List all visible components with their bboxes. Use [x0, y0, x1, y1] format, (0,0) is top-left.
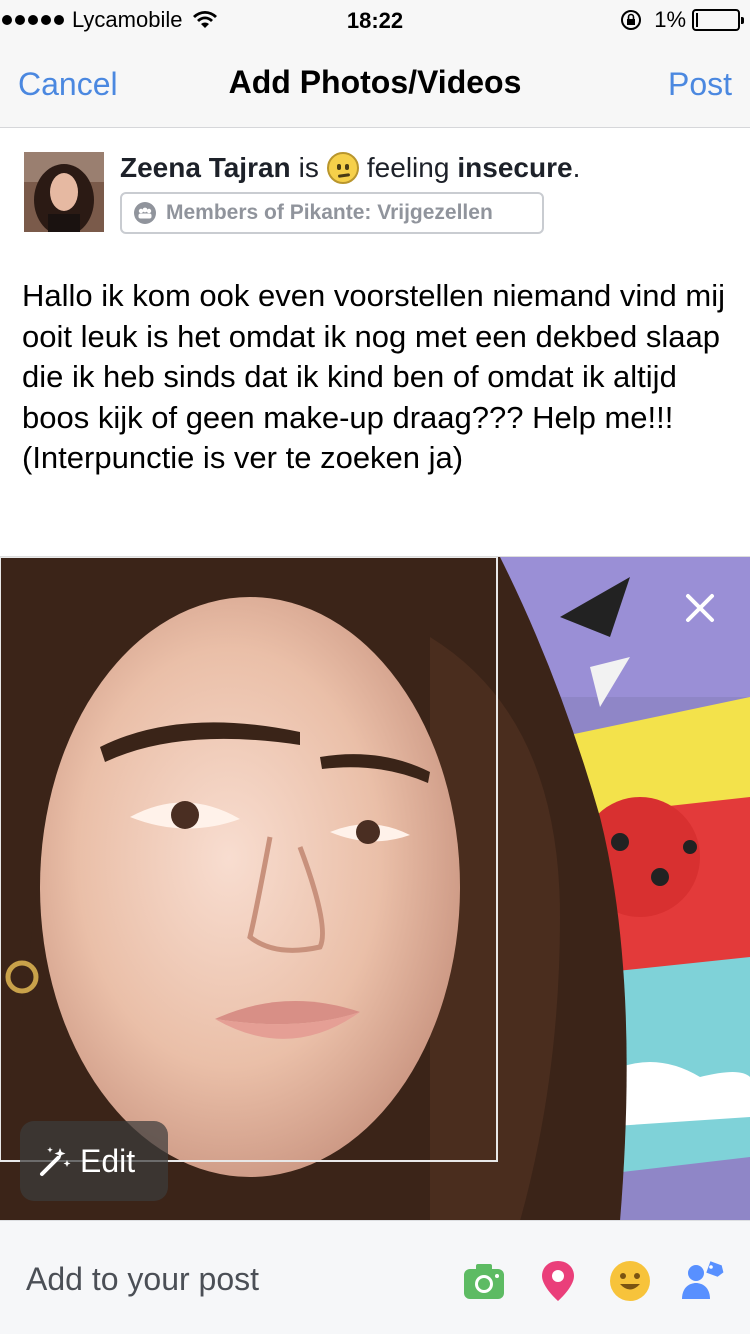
rotation-lock-icon [621, 10, 642, 30]
battery-icon [692, 9, 744, 31]
feeling-emoji-icon [326, 152, 359, 184]
group-icon [134, 202, 156, 224]
navigation-bar: Cancel Add Photos/Videos Post [0, 40, 750, 128]
location-pin-icon[interactable] [536, 1259, 580, 1303]
camera-icon[interactable] [462, 1259, 506, 1303]
status-bar: Lycamobile 18:22 1% [0, 0, 750, 40]
audience-selector[interactable]: Members of Pikante: Vrijgezellen [120, 192, 544, 234]
feeling-value[interactable]: insecure [457, 152, 572, 184]
edit-label: Edit [80, 1142, 136, 1179]
is-text: is [298, 152, 319, 183]
feeling-text: feeling [366, 152, 450, 183]
audience-label: Members of Pikante: Vrijgezellen [166, 201, 493, 224]
avatar[interactable] [24, 152, 104, 232]
author-name[interactable]: Zeena Tajran [120, 152, 291, 184]
tag-people-icon[interactable] [680, 1259, 724, 1303]
remove-photo-icon[interactable] [684, 592, 716, 624]
cancel-button[interactable]: Cancel [18, 66, 118, 103]
post-text-field[interactable]: Hallo ik kom ook even voorstellen nieman… [22, 276, 728, 479]
edit-photo-button[interactable]: Edit [20, 1121, 168, 1201]
magic-wand-icon [40, 1147, 71, 1176]
period: . [572, 152, 581, 183]
battery-percent: 1% [654, 7, 686, 32]
add-to-post-bar: Add to your post [0, 1220, 750, 1334]
add-to-post-label[interactable]: Add to your post [26, 1261, 259, 1298]
feeling-emoji-button-icon[interactable] [608, 1259, 652, 1303]
author-line: Zeena Tajran is feeling insecure . [120, 152, 580, 184]
post-button[interactable]: Post [668, 66, 732, 103]
